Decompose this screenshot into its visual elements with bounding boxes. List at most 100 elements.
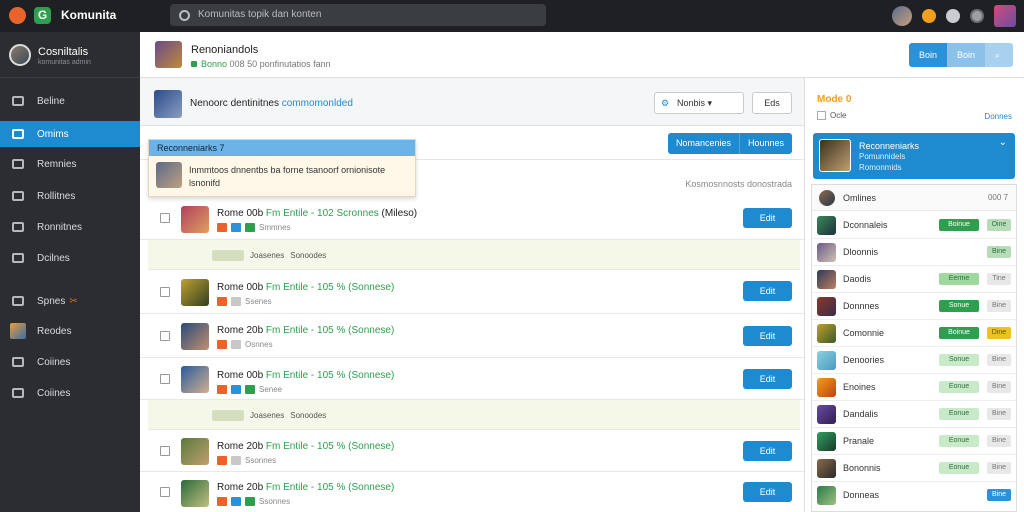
edit-button[interactable]: Edit xyxy=(743,441,792,461)
status-dot-icon xyxy=(191,61,197,67)
header-button-2[interactable]: Boin xyxy=(946,43,985,67)
sidebar-item-5[interactable]: Dcilnes xyxy=(0,245,140,271)
row-title-text: Rome 20b xyxy=(217,441,264,452)
app-logo-icon[interactable]: G xyxy=(34,7,51,24)
sidebar-item-2[interactable]: Remnies xyxy=(0,151,140,177)
bar-pill xyxy=(212,410,244,421)
list-item[interactable]: Denoories Sonue Bine xyxy=(812,347,1018,374)
header-search-button[interactable]: ⌕ xyxy=(985,43,1013,67)
settings-icon[interactable] xyxy=(946,9,960,23)
row-title-highlight: Fm Entile - 105 % (Sonnese) xyxy=(265,282,395,293)
top-icons xyxy=(892,5,1016,27)
edit-button[interactable]: Edit xyxy=(743,482,792,502)
bar-pill xyxy=(212,250,244,261)
app-title: Komunita xyxy=(61,8,117,22)
tooltip-popup: Reconneniarks 7 Inmmtoos dnnentbs ba for… xyxy=(148,139,416,197)
row-checkbox[interactable] xyxy=(160,487,170,497)
right-panel-link[interactable]: Donnes xyxy=(984,112,1012,121)
sidebar-item-7[interactable]: Reodes xyxy=(0,318,140,344)
edit-button[interactable]: Edit xyxy=(743,208,792,228)
sidebar-item-8[interactable]: Coiines xyxy=(0,349,140,375)
edit-small-button[interactable]: Eds xyxy=(752,92,792,114)
edit-button[interactable]: Edit xyxy=(743,369,792,389)
tag-icon xyxy=(231,340,241,349)
header-button-1[interactable]: Boin xyxy=(908,43,947,67)
brand-logo-icon[interactable] xyxy=(9,7,26,24)
search-icon: ⌕ xyxy=(995,50,1001,60)
list-item[interactable]: Daodis Eerme Tine xyxy=(812,266,1018,293)
sub-header-link[interactable]: commomonlded xyxy=(282,98,353,109)
member-avatar xyxy=(817,324,836,343)
sidebar-item-0[interactable]: Beline xyxy=(0,88,140,114)
notification-icon[interactable] xyxy=(922,9,936,23)
help-icon[interactable] xyxy=(970,9,984,23)
row-checkbox[interactable] xyxy=(160,213,170,223)
edit-button[interactable]: Edit xyxy=(743,281,792,301)
tag-icon xyxy=(231,385,241,394)
featured-image xyxy=(819,139,851,172)
row-checkbox[interactable] xyxy=(160,374,170,384)
row-avatar xyxy=(181,323,209,350)
list-item[interactable]: Dloonnis Bine xyxy=(812,239,1018,266)
row-meta-text: Ssonnes xyxy=(245,456,277,465)
bar-text-a: Joasenes xyxy=(250,251,285,260)
sidebar-item-9[interactable]: Coiines xyxy=(0,380,140,406)
search-input[interactable]: Komunitas topik dan konten xyxy=(170,4,546,26)
table-row[interactable]: Rome 20b Fm Entile - 105 % (Sonnese) Sso… xyxy=(140,430,804,472)
popup-header[interactable]: Reconneniarks 7 xyxy=(149,140,415,156)
edit-button[interactable]: Edit xyxy=(743,326,792,346)
list-item[interactable]: Enoines Eonue Bine xyxy=(812,374,1018,401)
profile[interactable]: Cosniltalis komunitas admin xyxy=(0,32,140,78)
tag-icon xyxy=(231,497,241,506)
tag-icon xyxy=(245,385,255,394)
list-item[interactable]: Dconnaleis Boinue Oine xyxy=(812,212,1018,239)
featured-card[interactable]: Reconneniarks Pomunnidels Romonmids ⌄ xyxy=(813,133,1015,179)
page-title: Renoniandols xyxy=(191,44,259,56)
sidebar-item-1[interactable]: Omims xyxy=(0,121,140,147)
sidebar-item-3[interactable]: Rollitnes xyxy=(0,183,140,209)
tab-button-1[interactable]: Nomancenies xyxy=(667,133,740,154)
sort-text[interactable]: Kosmosnnosts donostrada xyxy=(685,179,792,189)
list-item[interactable]: Donnnes Sonue Bine xyxy=(812,293,1018,320)
member-badge: Eonue xyxy=(939,408,979,420)
filter-select[interactable]: ⚙ Nonbis ▾ xyxy=(654,92,744,114)
document-icon xyxy=(12,253,24,263)
checkbox-icon[interactable] xyxy=(817,111,826,121)
table-row[interactable]: Rome 00b Fm Entile - 102 Scronnes (Miles… xyxy=(140,196,804,240)
profile-avatar xyxy=(9,44,31,66)
list-item[interactable]: Donneas Bine xyxy=(812,482,1018,509)
table-row[interactable]: Rome 00b Fm Entile - 105 % (Sonnese) Sen… xyxy=(140,358,804,400)
avatar[interactable] xyxy=(994,5,1016,27)
member-name: Dandalis xyxy=(843,409,879,419)
chevron-down-icon[interactable]: ⌄ xyxy=(999,137,1007,148)
table-row[interactable]: Rome 00b Fm Entile - 105 % (Sonnese) Sse… xyxy=(140,270,804,314)
member-badge: Eonue xyxy=(939,435,979,447)
featured-sub2: Romonmids xyxy=(859,163,902,172)
list-item[interactable]: Dandalis Eonue Bine xyxy=(812,401,1018,428)
tag-icon xyxy=(217,340,227,349)
user-group-icon[interactable] xyxy=(892,6,912,26)
bar-text-b: Sonoodes xyxy=(290,251,327,260)
row-checkbox[interactable] xyxy=(160,287,170,297)
member-avatar xyxy=(817,432,836,451)
list-item[interactable]: Bononnis Eonue Bine xyxy=(812,455,1018,482)
list-item[interactable]: Comonnie Boinue Dine xyxy=(812,320,1018,347)
home-icon xyxy=(12,96,24,106)
row-checkbox[interactable] xyxy=(160,446,170,456)
row-title-highlight: Fm Entile - 105 % (Sonnese) xyxy=(265,441,395,452)
table-row[interactable]: Rome 20b Fm Entile - 105 % (Sonnese) Sso… xyxy=(140,472,804,512)
table-row[interactable]: Rome 20b Fm Entile - 105 % (Sonnese) Osn… xyxy=(140,314,804,358)
member-tag: Bine xyxy=(987,246,1011,258)
member-tag: Bine xyxy=(987,354,1011,366)
sidebar-item-4[interactable]: Ronnitnes xyxy=(0,214,140,240)
list-item[interactable]: Pranale Eonue Bine xyxy=(812,428,1018,455)
users-icon xyxy=(12,222,24,232)
tag-icon xyxy=(231,456,241,465)
row-checkbox[interactable] xyxy=(160,331,170,341)
tab-button-2[interactable]: Hounnes xyxy=(739,133,792,154)
folder-icon xyxy=(12,357,24,367)
sidebar-item-6[interactable]: Spnes ✂ xyxy=(0,288,140,314)
tag-icon xyxy=(217,456,227,465)
tag-icon xyxy=(12,296,24,306)
row-title-text: Rome 00b xyxy=(217,208,264,219)
